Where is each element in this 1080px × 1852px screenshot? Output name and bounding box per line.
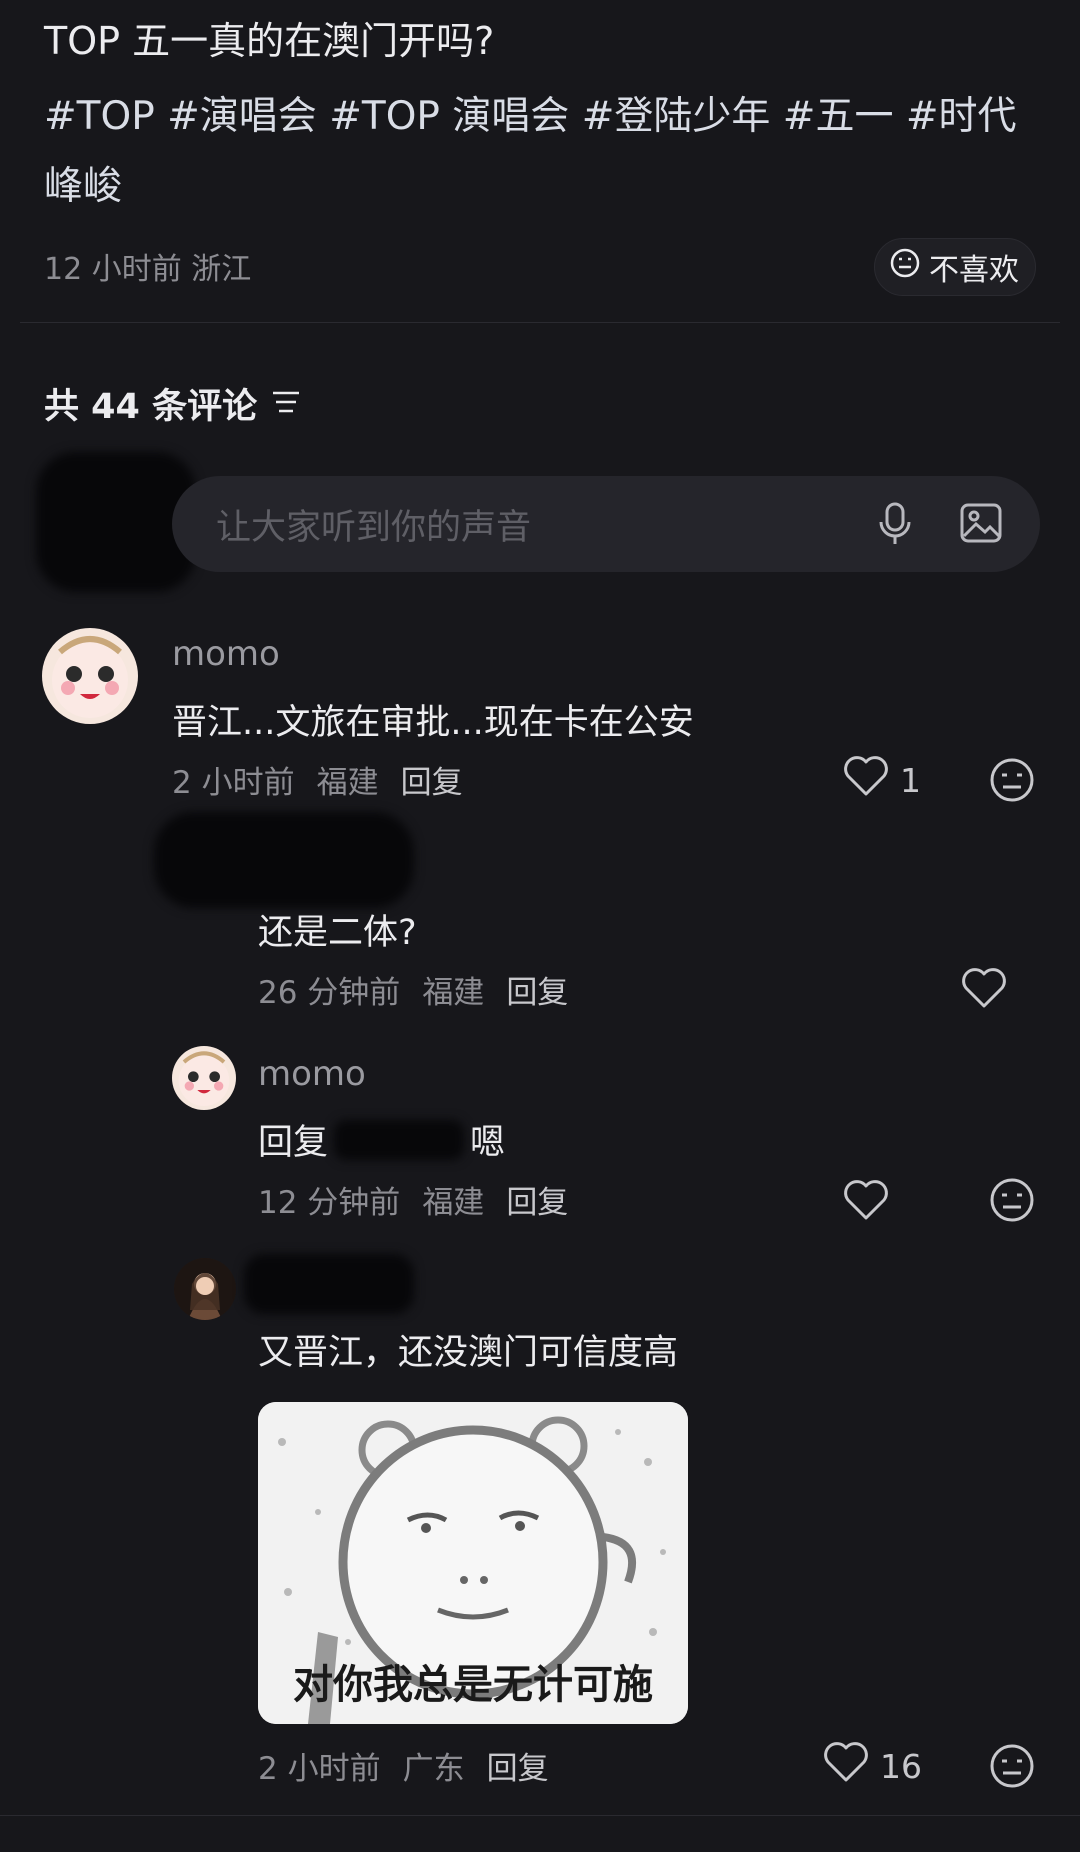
- sticker-image[interactable]: 对你我总是无计可施: [258, 1402, 688, 1724]
- post-title: TOP 五一真的在澳门开吗?: [44, 19, 495, 63]
- microphone-icon[interactable]: [872, 500, 918, 552]
- dislike-face-icon[interactable]: [988, 1176, 1036, 1228]
- dislike-face-icon[interactable]: [988, 756, 1036, 808]
- reply-button[interactable]: 回复: [487, 1743, 549, 1788]
- comment-count[interactable]: 共 44 条评论: [44, 378, 301, 429]
- reply-location: 福建: [422, 1185, 485, 1221]
- comment-time: 2 小时前: [172, 765, 295, 801]
- reply-text: 回复 嗯: [258, 1114, 505, 1165]
- sticker-caption: 对你我总是无计可施: [293, 1662, 653, 1708]
- reply-time: 26 分钟前: [258, 975, 401, 1011]
- dislike-face-icon[interactable]: [988, 1742, 1036, 1794]
- neutral-face-icon: [889, 247, 921, 287]
- reply-meta: 26 分钟前 福建 回复: [258, 967, 568, 1012]
- redacted-mention: [334, 1119, 465, 1160]
- image-icon[interactable]: [958, 500, 1004, 550]
- reply-location: 广东: [402, 1751, 465, 1787]
- reply-meta: 12 分钟前 福建 回复: [258, 1177, 568, 1222]
- avatar[interactable]: [172, 1046, 236, 1110]
- dislike-label: 不喜欢: [929, 253, 1019, 288]
- heart-icon[interactable]: [822, 1740, 870, 1792]
- reply-prefix: 回复: [258, 1123, 329, 1163]
- dislike-button[interactable]: 不喜欢: [874, 238, 1036, 296]
- like-count: 16: [880, 1746, 922, 1786]
- post-meta: 12 小时前 浙江: [44, 252, 252, 287]
- divider: [20, 322, 1060, 323]
- reply-text: 又晋江，还没澳门可信度高: [258, 1333, 679, 1373]
- heart-icon[interactable]: [842, 754, 890, 806]
- comment-input-placeholder: 让大家听到你的声音: [216, 507, 532, 548]
- reply-location: 福建: [422, 975, 485, 1011]
- reply-time: 12 分钟前: [258, 1185, 401, 1221]
- bottom-divider: [0, 1815, 1080, 1816]
- post-hashtags[interactable]: #TOP #演唱会 #TOP 演唱会 #登陆少年 #五一 #时代峰峻: [44, 82, 1044, 222]
- redacted-username: [244, 1254, 414, 1314]
- reply-button[interactable]: 回复: [506, 1177, 568, 1222]
- comment-count-label: 共 44 条评论: [44, 387, 258, 427]
- heart-icon[interactable]: [842, 1178, 890, 1230]
- like-button[interactable]: [842, 1178, 890, 1230]
- reply-meta: 2 小时前 广东 回复: [258, 1743, 549, 1788]
- redacted-user: [154, 812, 414, 908]
- avatar[interactable]: [42, 628, 138, 724]
- reply-username[interactable]: momo: [258, 1054, 366, 1094]
- comment-username[interactable]: momo: [172, 634, 280, 674]
- sort-icon[interactable]: [271, 384, 301, 424]
- comment-text: 晋江...文旅在审批...现在卡在公安: [172, 703, 694, 743]
- heart-icon[interactable]: [960, 966, 1008, 1018]
- like-count: 1: [900, 760, 921, 800]
- comment-meta: 2 小时前 福建 回复: [172, 757, 463, 802]
- reply-suffix: 嗯: [470, 1123, 506, 1163]
- comment-location: 福建: [316, 765, 379, 801]
- reply-button[interactable]: 回复: [506, 967, 568, 1012]
- like-button[interactable]: [960, 966, 1008, 1018]
- like-button[interactable]: 1: [842, 754, 921, 806]
- reply-button[interactable]: 回复: [401, 757, 463, 802]
- reply-text: 还是二体?: [258, 913, 417, 953]
- avatar[interactable]: [174, 1258, 236, 1320]
- reply-time: 2 小时前: [258, 1751, 381, 1787]
- like-button[interactable]: 16: [822, 1740, 922, 1792]
